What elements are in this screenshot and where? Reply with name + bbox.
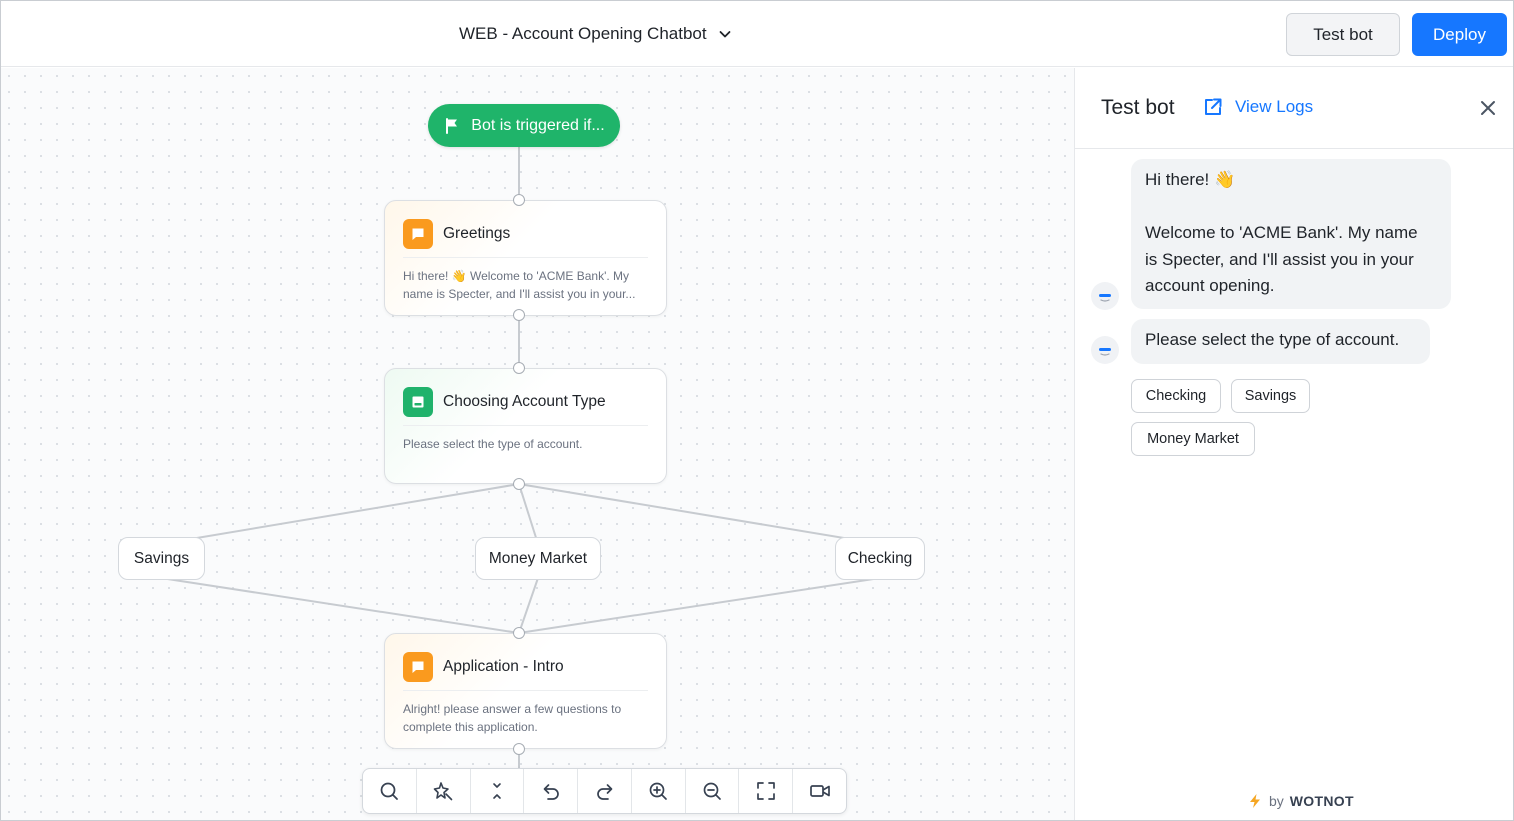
- bot-avatar: [1091, 282, 1119, 310]
- external-link-icon: [1205, 98, 1222, 115]
- node-port[interactable]: [513, 478, 525, 490]
- bot-face-icon: [1099, 348, 1111, 356]
- message-line: account opening.: [1145, 276, 1275, 295]
- zoom-out-button[interactable]: [686, 769, 740, 813]
- node-header: Choosing Account Type: [403, 386, 648, 418]
- message-line: Welcome to 'ACME Bank'. My name: [1145, 223, 1418, 242]
- trigger-node[interactable]: Bot is triggered if...: [428, 104, 620, 147]
- undo-button[interactable]: [524, 769, 579, 813]
- bot-name: WEB - Account Opening Chatbot: [459, 24, 707, 43]
- zoom-in-button[interactable]: [632, 769, 686, 813]
- node-preview-text: Alright! please answer a few questions t…: [403, 702, 622, 734]
- undo-icon: [543, 784, 559, 800]
- lightning-icon: [1250, 794, 1260, 808]
- flow-canvas[interactable]: Bot is triggered if... Greetings Hi ther…: [1, 68, 1074, 820]
- bot-face-icon: [1099, 294, 1111, 302]
- record-video-button[interactable]: [793, 769, 846, 813]
- option-checking[interactable]: Checking: [835, 537, 925, 580]
- panel-title: Test bot: [1101, 96, 1175, 119]
- node-preview-text: Hi there! 👋 Welcome to 'ACME Bank'. My n…: [403, 269, 636, 301]
- search-button[interactable]: [363, 769, 417, 813]
- test-bot-button[interactable]: Test bot: [1286, 13, 1400, 56]
- bot-selector[interactable]: WEB - Account Opening Chatbot: [459, 23, 733, 45]
- node-port[interactable]: [513, 743, 525, 755]
- node-title: Greetings: [443, 225, 511, 242]
- flag-icon: [446, 117, 458, 134]
- zoom-in-icon: [649, 782, 668, 800]
- collapse-icon: [493, 783, 501, 799]
- quick-reply-savings[interactable]: Savings: [1231, 379, 1310, 413]
- search-icon: [380, 782, 399, 800]
- test-bot-panel: Test bot View Logs Hi there! 👋 Welcome t…: [1074, 68, 1513, 820]
- message-line: Hi there! 👋: [1145, 170, 1236, 189]
- powered-by[interactable]: by WOTNOT: [1247, 793, 1354, 809]
- bot-message-select-account: Please select the type of account.: [1131, 319, 1430, 364]
- canvas-toolbar: [362, 768, 847, 814]
- bot-avatar: [1091, 336, 1119, 364]
- divider: [403, 425, 648, 426]
- node-port[interactable]: [513, 194, 525, 206]
- node-greetings[interactable]: Greetings Hi there! 👋 Welcome to 'ACME B…: [384, 200, 667, 316]
- message-line: is Specter, and I'll assist you in your: [1145, 249, 1414, 269]
- node-application-intro[interactable]: Application - Intro Alright! please answ…: [384, 633, 667, 749]
- close-icon: [1481, 101, 1495, 115]
- quick-reply-checking[interactable]: Checking: [1131, 379, 1221, 413]
- button-card-icon: [403, 387, 433, 417]
- powered-by-prefix: by: [1269, 793, 1284, 809]
- message-line: Please select the type of account.: [1145, 330, 1400, 349]
- view-logs-label: View Logs: [1235, 97, 1314, 116]
- node-header: Greetings: [403, 218, 648, 250]
- node-port[interactable]: [513, 627, 525, 639]
- trigger-label: Bot is triggered if...: [471, 116, 605, 134]
- message-line-blank: [1145, 194, 1437, 221]
- node-title: Application - Intro: [443, 658, 564, 675]
- panel-header: Test bot View Logs: [1075, 68, 1513, 149]
- node-choosing-account-type[interactable]: Choosing Account Type Please select the …: [384, 368, 667, 484]
- collapse-button[interactable]: [471, 769, 525, 813]
- divider: [403, 690, 648, 691]
- top-bar: WEB - Account Opening Chatbot Test bot D…: [1, 1, 1513, 67]
- app-window: WEB - Account Opening Chatbot Test bot D…: [0, 0, 1514, 821]
- powered-by-brand: WOTNOT: [1289, 793, 1354, 809]
- auto-arrange-button[interactable]: [417, 769, 471, 813]
- node-port[interactable]: [513, 309, 525, 321]
- option-savings[interactable]: Savings: [118, 537, 205, 580]
- view-logs-link[interactable]: View Logs: [1203, 97, 1313, 117]
- bot-message-welcome: Hi there! 👋 Welcome to 'ACME Bank'. My n…: [1131, 159, 1451, 309]
- zoom-out-icon: [703, 782, 721, 800]
- node-header: Application - Intro: [403, 651, 648, 683]
- fullscreen-button[interactable]: [739, 769, 794, 813]
- chat-bubble-icon: [403, 652, 433, 682]
- fullscreen-icon: [757, 782, 775, 800]
- chat-bubble-icon: [403, 219, 433, 249]
- auto-arrange-icon: [433, 782, 453, 801]
- quick-reply-money-market[interactable]: Money Market: [1131, 422, 1255, 456]
- redo-icon: [596, 784, 612, 800]
- record-video-icon: [809, 785, 830, 797]
- chevron-down-icon: [719, 31, 730, 38]
- node-preview-text: Please select the type of account.: [403, 437, 583, 451]
- close-panel-button[interactable]: [1476, 96, 1500, 120]
- option-money-market[interactable]: Money Market: [475, 537, 601, 580]
- divider: [403, 257, 648, 258]
- node-port[interactable]: [513, 362, 525, 374]
- redo-button[interactable]: [578, 769, 632, 813]
- node-title: Choosing Account Type: [443, 393, 606, 410]
- deploy-button[interactable]: Deploy: [1412, 13, 1507, 56]
